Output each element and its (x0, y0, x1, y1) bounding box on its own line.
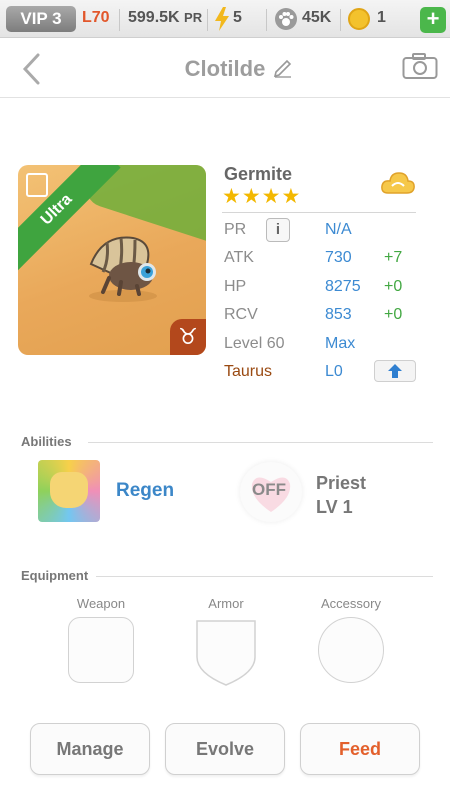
monster-portrait[interactable]: Ultra ♉ (18, 165, 206, 355)
paw-count: 45K (302, 9, 332, 26)
stat-hp-label: HP (224, 278, 247, 295)
star-rating: ★★★★ (222, 185, 302, 208)
page-title: Clotilde (184, 56, 266, 81)
edit-name-icon[interactable] (272, 56, 294, 78)
stats-divider (222, 212, 416, 213)
paw-icon (275, 8, 297, 30)
stat-hp-value: 8275 (325, 278, 361, 295)
stat-atk-label: ATK (224, 249, 254, 266)
vip-badge[interactable]: VIP 3 (6, 6, 76, 32)
lightning-icon (215, 7, 229, 31)
status-bar: VIP 3 L70 599.5K PR 5 45K 1 + (0, 0, 450, 38)
separator (207, 9, 208, 31)
stat-level-label: Level 60 (224, 335, 285, 352)
stat-pr-label: PR (224, 221, 247, 238)
coin-count: 1 (377, 9, 386, 26)
leader-ability-info: Priest LV 1 (316, 471, 366, 519)
weapon-slot-label: Weapon (76, 596, 126, 611)
stat-atk-bonus: +7 (384, 249, 403, 266)
player-pr-unit: PR (184, 10, 203, 25)
accessory-slot-label: Accessory (321, 596, 381, 611)
separator (119, 9, 120, 31)
camera-icon[interactable] (402, 52, 438, 80)
abilities-section-title: Abilities (21, 434, 72, 449)
section-divider (96, 576, 433, 577)
stat-rcv-bonus: +0 (384, 306, 403, 323)
evolve-button[interactable]: Evolve (165, 723, 285, 775)
energy-count: 5 (233, 9, 242, 26)
zodiac-upgrade-button[interactable] (374, 360, 416, 382)
stat-rcv-label: RCV (224, 306, 258, 323)
separator (266, 9, 267, 31)
weapon-slot[interactable] (68, 617, 134, 683)
cat-face-icon (50, 472, 88, 508)
info-button[interactable]: i (266, 218, 290, 242)
equipment-section-title: Equipment (21, 568, 89, 583)
stat-rcv-value: 853 (325, 306, 352, 323)
stat-pr-value: N/A (325, 221, 352, 238)
card-type-icon (26, 173, 48, 197)
monster-image (89, 236, 157, 302)
player-pr-value: 599.5K (128, 9, 180, 26)
leader-level: LV 1 (316, 497, 353, 517)
separator (340, 9, 341, 31)
player-pr: 599.5K PR (128, 9, 202, 27)
stat-zodiac-value: L0 (325, 363, 343, 380)
header: Clotilde (0, 38, 450, 98)
cloud-icon (381, 172, 415, 194)
stat-level-value: Max (325, 335, 356, 352)
zodiac-badge: ♉ (170, 319, 206, 355)
armor-slot-label: Armor (208, 596, 244, 611)
active-ability-name[interactable]: Regen (116, 480, 174, 502)
coin-icon (348, 8, 370, 30)
arrow-up-icon (388, 364, 402, 378)
stat-atk-value: 730 (325, 249, 352, 266)
monster-name: Germite (224, 164, 293, 184)
section-divider (88, 442, 433, 443)
armor-slot[interactable] (193, 617, 259, 687)
manage-button[interactable]: Manage (30, 723, 150, 775)
leader-ability-state: OFF (252, 480, 286, 499)
stat-hp-bonus: +0 (384, 278, 403, 295)
regen-ability-icon[interactable] (38, 460, 100, 522)
leader-class: Priest (316, 473, 367, 493)
stat-zodiac-label: Taurus (224, 363, 273, 380)
add-currency-button[interactable]: + (420, 7, 446, 33)
accessory-slot[interactable] (318, 617, 384, 683)
player-level: L70 (82, 9, 110, 26)
feed-button[interactable]: Feed (300, 723, 420, 775)
